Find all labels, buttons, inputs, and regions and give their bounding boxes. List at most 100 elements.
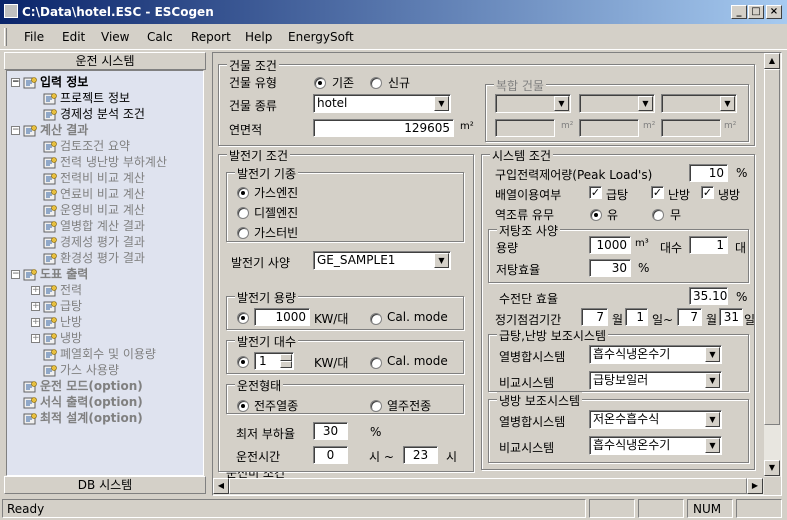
menu-energysoft[interactable]: EnergySoft bbox=[288, 30, 354, 44]
floor-area-label: 연면적 bbox=[229, 123, 263, 137]
tree-item[interactable]: 폐열회수 및 이용량 bbox=[31, 345, 156, 362]
minimize-button[interactable]: _ bbox=[731, 5, 747, 19]
radio-existing[interactable] bbox=[314, 75, 326, 89]
tree-item[interactable]: 최적 설계(option) bbox=[11, 409, 143, 426]
tree-item[interactable]: + 난방 bbox=[31, 313, 82, 330]
tree-item[interactable]: 열병합 계산 결과 bbox=[31, 217, 145, 234]
vertical-scrollbar[interactable]: ▲ ▼ bbox=[764, 53, 781, 477]
tree-item[interactable]: 전력비 비교 계산 bbox=[31, 169, 145, 186]
cool-comparison-select[interactable]: 흡수식냉온수기 ▼ bbox=[589, 436, 722, 455]
transformer-efficiency-input[interactable]: 35.10 bbox=[689, 287, 728, 305]
spin-down-icon[interactable] bbox=[280, 361, 292, 368]
operation-system-tab[interactable]: 운전 시스템 bbox=[4, 52, 206, 70]
radio-reverse-yes[interactable] bbox=[590, 207, 602, 221]
menu-report[interactable]: Report bbox=[191, 30, 231, 44]
document-gear-icon bbox=[23, 380, 37, 394]
menu-calc[interactable]: Calc bbox=[147, 30, 173, 44]
radio-diesel-engine[interactable] bbox=[237, 205, 249, 219]
menu-edit[interactable]: Edit bbox=[62, 30, 85, 44]
tree-item[interactable]: + 급탕 bbox=[31, 297, 82, 314]
tree-item-label: 열병합 계산 결과 bbox=[60, 219, 145, 233]
tank-count-input[interactable]: 1 bbox=[689, 236, 728, 254]
complex-unit-3: m² bbox=[724, 121, 737, 131]
aux-cogen-select[interactable]: 흡수식냉온수기 ▼ bbox=[589, 345, 722, 364]
tree-item[interactable]: 서식 출력(option) bbox=[11, 393, 143, 410]
horizontal-scrollbar[interactable]: ◀ ▶ bbox=[213, 478, 764, 495]
collapse-icon[interactable]: − bbox=[11, 126, 20, 135]
checkbox-heating[interactable]: ✓ bbox=[651, 185, 664, 199]
radio-gas-turbine-label: 가스터빈 bbox=[254, 226, 299, 240]
menu-view[interactable]: View bbox=[101, 30, 129, 44]
cool-comparison-value: 흡수식냉온수기 bbox=[593, 438, 671, 452]
group-title: 발전기 용량 bbox=[235, 289, 299, 306]
tree-item[interactable]: − 계산 결과 bbox=[11, 121, 88, 138]
count-spinner[interactable]: 1 bbox=[254, 352, 294, 370]
tree-item[interactable]: 연료비 비교 계산 bbox=[31, 185, 145, 202]
scroll-right-icon[interactable]: ▶ bbox=[747, 478, 763, 494]
radio-count-manual[interactable] bbox=[237, 354, 249, 368]
radio-gas-turbine[interactable] bbox=[237, 225, 249, 239]
tree-item[interactable]: 환경성 평가 결과 bbox=[31, 249, 145, 266]
tree-item[interactable]: 운영비 비교 계산 bbox=[31, 201, 145, 218]
maintenance-end-day[interactable]: 31 bbox=[719, 308, 743, 326]
tree-item[interactable]: − 도표 출력 bbox=[11, 265, 88, 282]
tree-item[interactable]: 경제성 평가 결과 bbox=[31, 233, 145, 250]
tree-item[interactable]: − 입력 정보 bbox=[11, 73, 88, 90]
tree-item[interactable]: 프로젝트 정보 bbox=[31, 89, 130, 106]
menu-file[interactable]: File bbox=[24, 30, 44, 44]
tree-item[interactable]: 경제성 분석 조건 bbox=[31, 105, 145, 122]
min-load-input[interactable]: 30 bbox=[313, 422, 348, 440]
checkbox-cooling[interactable]: ✓ bbox=[701, 185, 714, 199]
collapse-icon[interactable]: − bbox=[11, 270, 20, 279]
scroll-left-icon[interactable]: ◀ bbox=[213, 478, 229, 494]
tree-item-label: 연료비 비교 계산 bbox=[60, 187, 145, 201]
tank-efficiency-input[interactable]: 30 bbox=[589, 259, 631, 277]
peak-load-input[interactable]: 10 bbox=[689, 164, 728, 182]
db-system-tab[interactable]: DB 시스템 bbox=[4, 476, 206, 494]
radio-electric-led[interactable] bbox=[237, 398, 249, 412]
radio-new[interactable] bbox=[370, 75, 382, 89]
building-kind-select[interactable]: hotel ▼ bbox=[313, 94, 451, 113]
vertical-scroll-thumb[interactable] bbox=[764, 69, 780, 425]
expand-icon[interactable]: + bbox=[31, 334, 40, 343]
capacity-input[interactable]: 1000 bbox=[254, 308, 310, 326]
tree-item[interactable]: 운전 모드(option) bbox=[11, 377, 143, 394]
tree-item[interactable]: + 냉방 bbox=[31, 329, 82, 346]
maintenance-start-month[interactable]: 7 bbox=[581, 308, 608, 326]
operation-start-input[interactable]: 0 bbox=[313, 446, 348, 464]
radio-count-calmode[interactable] bbox=[370, 355, 382, 369]
radio-reverse-no[interactable] bbox=[652, 207, 664, 221]
tank-capacity-input[interactable]: 1000 bbox=[589, 236, 631, 254]
aux-comparison-select[interactable]: 급탕보일러 ▼ bbox=[589, 371, 722, 390]
radio-gas-engine[interactable] bbox=[237, 185, 249, 199]
tree-item[interactable]: 전력 냉난방 부하계산 bbox=[31, 153, 167, 170]
scroll-down-icon[interactable]: ▼ bbox=[764, 460, 780, 476]
radio-capacity-calmode[interactable] bbox=[370, 311, 382, 325]
radio-thermal-led[interactable] bbox=[370, 398, 382, 412]
maximize-button[interactable]: □ bbox=[748, 5, 764, 19]
maintenance-start-day[interactable]: 1 bbox=[625, 308, 648, 326]
radio-capacity-manual[interactable] bbox=[237, 310, 249, 324]
tree-item[interactable]: 가스 사용량 bbox=[31, 361, 119, 378]
checkbox-hot-water[interactable]: ✓ bbox=[589, 185, 602, 199]
document-gear-icon bbox=[43, 332, 57, 346]
maintenance-end-month[interactable]: 7 bbox=[677, 308, 702, 326]
menu-help[interactable]: Help bbox=[245, 30, 272, 44]
expand-icon[interactable]: + bbox=[31, 286, 40, 295]
expand-icon[interactable]: + bbox=[31, 318, 40, 327]
tree-item[interactable]: + 전력 bbox=[31, 281, 82, 298]
operation-end-input[interactable]: 23 bbox=[403, 446, 438, 464]
cool-cogen-select[interactable]: 저온수흡수식 ▼ bbox=[589, 410, 722, 429]
maintenance-month-label-2: 월 bbox=[706, 313, 718, 327]
spin-up-icon[interactable] bbox=[280, 354, 292, 361]
scroll-up-icon[interactable]: ▲ bbox=[764, 53, 780, 69]
floor-area-input[interactable]: 129605 bbox=[313, 119, 454, 137]
expand-icon[interactable]: + bbox=[31, 302, 40, 311]
horizontal-scroll-thumb[interactable] bbox=[229, 478, 747, 494]
generator-spec-select[interactable]: GE_SAMPLE1 ▼ bbox=[313, 251, 451, 270]
radio-count-calmode-label: Cal. mode bbox=[387, 354, 448, 368]
collapse-icon[interactable]: − bbox=[11, 78, 20, 87]
tree-item[interactable]: 검토조건 요약 bbox=[31, 137, 130, 154]
app-icon[interactable] bbox=[4, 4, 18, 18]
close-button[interactable]: × bbox=[766, 5, 782, 19]
